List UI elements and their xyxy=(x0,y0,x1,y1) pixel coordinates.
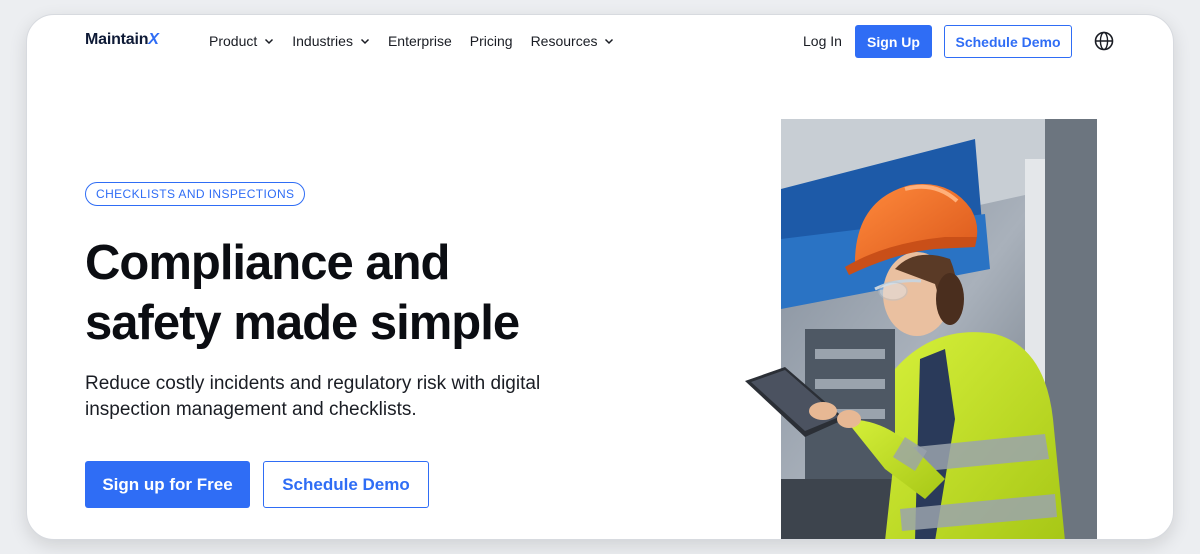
login-link[interactable]: Log In xyxy=(803,33,842,49)
category-tag: CHECKLISTS AND INSPECTIONS xyxy=(85,182,306,206)
schedule-demo-button[interactable]: Schedule Demo xyxy=(263,461,429,508)
hero-headline: Compliance and safety made simple xyxy=(85,233,685,353)
chevron-down-icon xyxy=(360,38,369,45)
menu-item-product[interactable]: Product xyxy=(209,33,274,49)
worker-with-tablet-image xyxy=(745,119,1097,539)
subtext-line-2: inspection management and checklists. xyxy=(85,399,417,420)
menu-item-enterprise[interactable]: Enterprise xyxy=(388,33,452,49)
subtext-line-1: Reduce costly incidents and regulatory r… xyxy=(85,373,541,394)
signup-free-button[interactable]: Sign up for Free xyxy=(85,461,250,508)
chevron-down-icon xyxy=(605,38,614,45)
headline-line-1: Compliance and xyxy=(85,236,450,290)
schedule-demo-nav-button[interactable]: Schedule Demo xyxy=(944,25,1072,58)
browser-window: MaintainX Product Industries Enterprise … xyxy=(26,14,1174,540)
hero-subtext: Reduce costly incidents and regulatory r… xyxy=(85,371,625,423)
maintainx-logo[interactable]: MaintainX xyxy=(85,31,159,49)
top-navigation: MaintainX Product Industries Enterprise … xyxy=(27,15,1173,69)
globe-icon[interactable] xyxy=(1094,31,1114,51)
chevron-down-icon xyxy=(265,38,274,45)
signup-button[interactable]: Sign Up xyxy=(855,25,932,58)
menu-item-industries[interactable]: Industries xyxy=(292,33,370,49)
main-menu: Product Industries Enterprise Pricing Re… xyxy=(209,33,632,49)
menu-item-resources[interactable]: Resources xyxy=(531,33,615,49)
headline-line-2: safety made simple xyxy=(85,296,520,350)
menu-item-pricing[interactable]: Pricing xyxy=(470,33,513,49)
